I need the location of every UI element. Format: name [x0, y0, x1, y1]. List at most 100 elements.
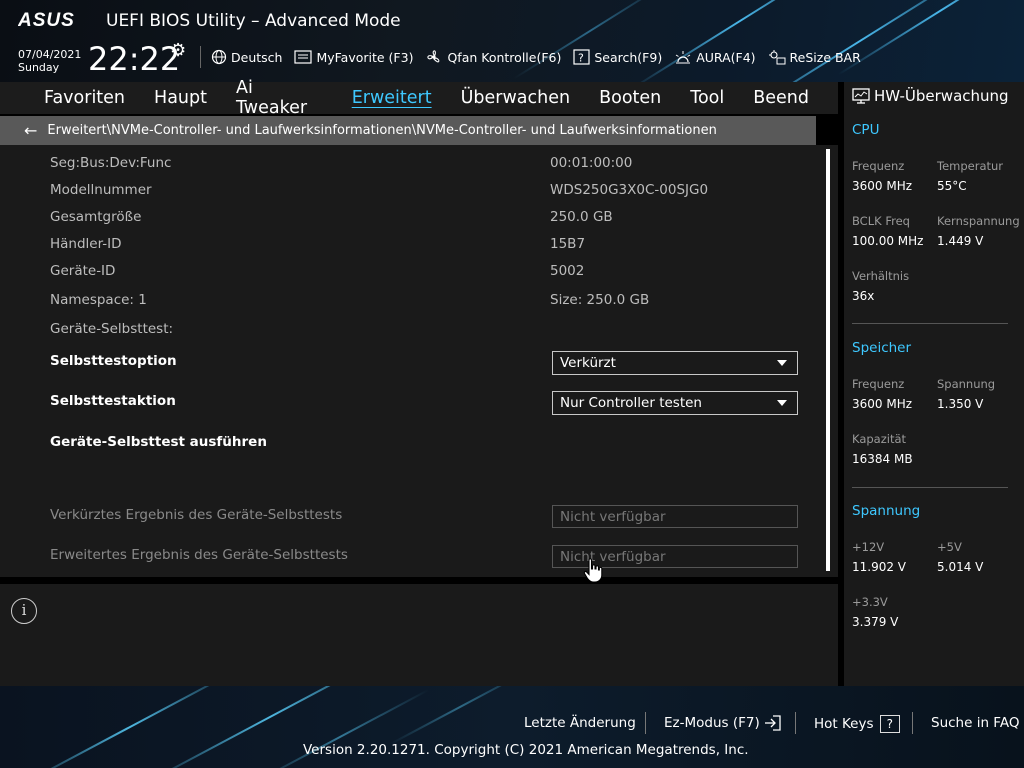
info-label-total-size: Gesamtgröße	[50, 209, 142, 225]
tab-ueberwachen[interactable]: Überwachen	[461, 88, 571, 108]
bclk-label: BCLK Freq	[852, 214, 910, 228]
help-key-icon: ?	[879, 715, 900, 733]
tab-haupt[interactable]: Haupt	[154, 88, 207, 108]
search-label: Search(F9)	[594, 49, 663, 65]
resize-bar-label: ReSize BAR	[789, 49, 861, 65]
v5-label: +5V	[937, 540, 962, 554]
myfavorite-icon	[294, 50, 313, 64]
clock[interactable]: 22:22	[88, 40, 180, 78]
resize-bar-button[interactable]: ReSize BAR	[768, 49, 861, 65]
asus-logo: ASUS	[18, 11, 75, 29]
info-value-total-size: 250.0 GB	[550, 209, 613, 225]
run-selftest-button[interactable]: Geräte-Selbsttest ausführen	[50, 434, 267, 450]
globe-icon	[211, 49, 227, 65]
decor-streak	[388, 686, 532, 746]
ez-mode-button[interactable]: Ez-Modus (F7)	[664, 715, 782, 731]
info-value-seg-bus: 00:01:00:00	[550, 155, 633, 171]
ratio-label: Verhältnis	[852, 269, 910, 283]
ratio-value: 36x	[852, 289, 875, 303]
myfavorite-button[interactable]: MyFavorite (F3)	[294, 50, 413, 65]
svg-text:?: ?	[578, 52, 584, 65]
settings-panel: Seg:Bus:Dev:Func 00:01:00:00 Modellnumme…	[0, 145, 838, 583]
tab-erweitert[interactable]: Erweitert	[352, 88, 432, 108]
language-button[interactable]: Deutsch	[211, 49, 282, 65]
hw-monitor-header: HW-Überwachung	[844, 82, 1024, 110]
myfavorite-label: MyFavorite (F3)	[316, 49, 414, 65]
search-icon: ?	[573, 49, 590, 65]
tab-tool[interactable]: Tool	[690, 88, 724, 108]
breadcrumb: ← Erweitert\NVMe-Controller- und Laufwer…	[0, 116, 816, 145]
mem-freq-value: 3600 MHz	[852, 397, 913, 411]
qfan-label: Qfan Kontrolle(F6)	[447, 49, 562, 65]
v12-label: +12V	[852, 540, 885, 554]
selftest-option-label: Selbsttestoption	[50, 353, 177, 369]
fan-icon	[427, 50, 440, 63]
decor-streak	[629, 0, 851, 82]
bclk-value: 100.00 MHz	[852, 234, 924, 248]
back-arrow-icon[interactable]: ←	[24, 121, 37, 140]
info-label-vendor-id: Händler-ID	[50, 236, 122, 252]
cpu-temp-value: 55°C	[937, 179, 967, 193]
cpu-freq-label: Frequenz	[852, 159, 905, 173]
asus-logo-text: ASUS	[18, 11, 75, 29]
dropdown-caret-icon	[777, 360, 787, 366]
cpu-freq-value: 3600 MHz	[852, 179, 913, 193]
selftest-heading: Geräte-Selbsttest:	[50, 321, 174, 337]
selftest-option-value: Verkürzt	[560, 355, 616, 371]
mem-capacity-value: 16384 MB	[852, 452, 913, 466]
day-text: Sunday	[18, 61, 60, 74]
selftest-action-value: Nur Controller testen	[560, 395, 702, 411]
section-divider	[852, 487, 1008, 488]
extended-result-label: Erweitertes Ergebnis des Geräte-Selbstte…	[50, 547, 348, 563]
cpu-section-title: CPU	[852, 122, 880, 138]
decor-streak	[723, 0, 997, 82]
copyright-text: Version 2.20.1271. Copyright (C) 2021 Am…	[303, 742, 749, 758]
help-panel: i	[0, 584, 838, 686]
tab-ai-tweaker[interactable]: Ai Tweaker	[236, 78, 323, 118]
selftest-action-label: Selbsttestaktion	[50, 393, 176, 409]
tab-booten[interactable]: Booten	[599, 88, 661, 108]
memory-section-title: Speicher	[852, 340, 912, 356]
main-nav: Favoriten Haupt Ai Tweaker Erweitert Übe…	[0, 78, 838, 118]
qfan-button[interactable]: Qfan Kontrolle(F6)	[425, 49, 561, 65]
footer-bar: Letzte Änderung Ez-Modus (F7) Hot Keys ?…	[0, 686, 1024, 768]
selftest-action-dropdown[interactable]: Nur Controller testen	[552, 391, 798, 415]
hw-monitor-title: HW-Überwachung	[874, 87, 1009, 105]
clock-settings-gear-icon[interactable]: ⚙	[170, 40, 186, 61]
monitor-icon	[852, 88, 870, 104]
mem-capacity-label: Kapazität	[852, 432, 907, 446]
aura-button[interactable]: AURA(F4)	[674, 49, 756, 65]
mem-freq-label: Frequenz	[852, 377, 905, 391]
tab-beend[interactable]: Beend	[753, 88, 809, 108]
date-display: 07/04/2021 Sunday	[18, 48, 81, 74]
exit-arrow-icon	[765, 715, 781, 731]
aura-icon	[675, 51, 691, 64]
footer-divider	[645, 712, 646, 734]
core-voltage-label: Kernspannung	[937, 214, 1020, 228]
resize-bar-icon	[768, 50, 786, 65]
dropdown-caret-icon	[777, 400, 787, 406]
breadcrumb-path: Erweitert\NVMe-Controller- und Laufwerks…	[47, 123, 717, 138]
v12-value: 11.902 V	[852, 560, 907, 574]
cpu-temp-label: Temperatur	[937, 159, 1004, 173]
decor-streak	[14, 686, 246, 768]
selftest-option-dropdown[interactable]: Verkürzt	[552, 351, 798, 375]
hw-monitor-panel: HW-Überwachung CPU Frequenz Temperatur 3…	[844, 82, 1024, 686]
ez-mode-label: Ez-Modus (F7)	[664, 715, 760, 731]
scrollbar[interactable]	[826, 149, 830, 571]
faq-search-button[interactable]: Suche in FAQ	[931, 715, 1019, 731]
voltage-section-title: Spannung	[852, 503, 921, 519]
last-change-button[interactable]: Letzte Änderung	[524, 715, 636, 731]
hot-keys-button[interactable]: Hot Keys ?	[814, 715, 900, 733]
app-title: UEFI BIOS Utility – Advanced Mode	[106, 11, 401, 31]
search-button[interactable]: ? Search(F9)	[573, 49, 662, 65]
top-toolbar: Deutsch MyFavorite (F3) Qfan Kontrolle(F…	[200, 46, 873, 68]
footer-divider	[912, 712, 913, 734]
info-value-namespace: Size: 250.0 GB	[550, 292, 650, 308]
hand-cursor-icon	[583, 558, 603, 583]
v33-value: 3.379 V	[852, 615, 899, 629]
tab-favoriten[interactable]: Favoriten	[44, 88, 125, 108]
info-label-device-id: Geräte-ID	[50, 263, 116, 279]
footer-divider	[795, 712, 796, 734]
aura-label: AURA(F4)	[696, 49, 756, 65]
